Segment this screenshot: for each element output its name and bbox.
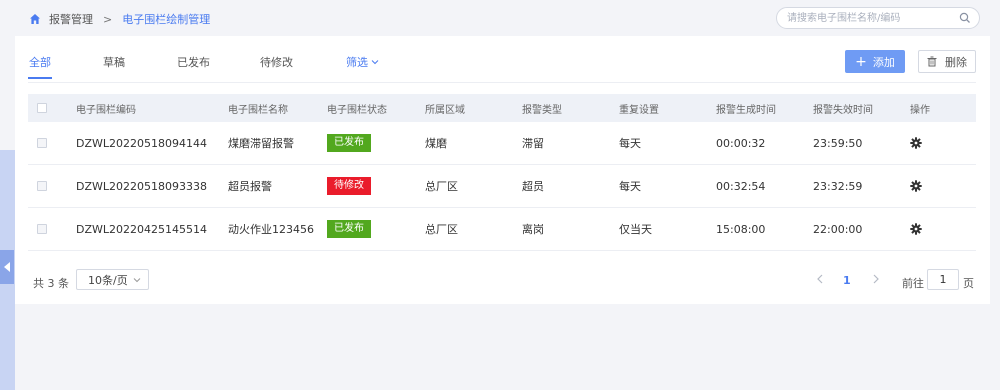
- tab-filter-label: 筛选: [346, 56, 368, 69]
- row-code: DZWL20220518093338: [76, 179, 207, 193]
- row-start-time: 15:08:00: [716, 222, 766, 236]
- tab-draft[interactable]: 草稿: [103, 54, 125, 70]
- row-end-time: 23:32:59: [813, 179, 863, 193]
- page-size-value: 10条/页: [88, 273, 128, 287]
- row-end-time: 22:00:00: [813, 222, 863, 236]
- status-badge: 待修改: [327, 177, 371, 195]
- tab-bar: 全部 草稿 已发布 待修改 筛选 + 添加 删除: [15, 36, 990, 82]
- add-button-label: 添加: [872, 55, 895, 69]
- chevron-down-icon: [133, 278, 141, 283]
- active-tab-indicator: [28, 77, 52, 79]
- tab-filter[interactable]: 筛选: [346, 54, 379, 70]
- breadcrumb-current: 电子围栏绘制管理: [122, 13, 211, 26]
- gear-icon[interactable]: [910, 223, 922, 235]
- row-name: 动火作业123456: [228, 223, 314, 236]
- trash-icon: [927, 56, 937, 67]
- row-checkbox[interactable]: [37, 181, 47, 191]
- tab-all[interactable]: 全部: [29, 54, 51, 70]
- header-code: 电子围栏编码: [76, 104, 136, 116]
- row-repeat: 每天: [619, 137, 641, 150]
- row-alarm-type: 离岗: [522, 223, 544, 236]
- plus-icon: +: [855, 53, 867, 70]
- row-name: 超员报警: [228, 180, 272, 193]
- search-icon[interactable]: [959, 12, 971, 24]
- row-alarm-type: 超员: [522, 180, 544, 193]
- delete-button-label: 删除: [945, 55, 967, 69]
- header-name: 电子围栏名称: [228, 104, 288, 116]
- row-name: 煤磨滞留报警: [228, 137, 294, 150]
- page-size-select[interactable]: 10条/页: [76, 269, 149, 290]
- top-bar: 报警管理 > 电子围栏绘制管理: [15, 0, 1000, 36]
- row-alarm-type: 滞留: [522, 137, 544, 150]
- status-badge: 已发布: [327, 134, 371, 152]
- row-area: 总厂区: [425, 223, 458, 236]
- row-area: 煤磨: [425, 137, 447, 150]
- gear-icon[interactable]: [910, 137, 922, 149]
- home-icon[interactable]: [29, 13, 41, 25]
- main-panel: 全部 草稿 已发布 待修改 筛选 + 添加 删除 电子围栏编码 电子围栏名称 电…: [15, 36, 990, 304]
- row-repeat: 仅当天: [619, 223, 652, 236]
- row-code: DZWL20220425145514: [76, 222, 207, 236]
- delete-button[interactable]: 删除: [918, 50, 976, 73]
- breadcrumb-separator: >: [103, 12, 113, 26]
- table-row[interactable]: DZWL20220518094144 煤磨滞留报警 已发布 煤磨 滞留 每天 0…: [28, 122, 976, 165]
- table-row[interactable]: DZWL20220518093338 超员报警 待修改 总厂区 超员 每天 00…: [28, 165, 976, 208]
- header-status: 电子围栏状态: [327, 104, 387, 116]
- header-start-time: 报警生成时间: [716, 104, 776, 116]
- prev-page-icon[interactable]: [816, 274, 824, 284]
- status-badge: 已发布: [327, 220, 371, 238]
- search-input[interactable]: [787, 11, 952, 25]
- header-alarm-type: 报警类型: [522, 104, 562, 116]
- table-header: 电子围栏编码 电子围栏名称 电子围栏状态 所属区域 报警类型 重复设置 报警生成…: [28, 94, 976, 122]
- page-number-current[interactable]: 1: [843, 274, 851, 287]
- collapse-arrow-icon: [4, 262, 10, 272]
- gear-icon[interactable]: [910, 180, 922, 192]
- tab-published[interactable]: 已发布: [177, 54, 210, 70]
- goto-unit: 页: [963, 277, 974, 290]
- total-count: 共 3 条: [33, 277, 69, 290]
- next-page-icon[interactable]: [872, 274, 880, 284]
- header-repeat: 重复设置: [619, 104, 659, 116]
- row-checkbox[interactable]: [37, 138, 47, 148]
- goto-label: 前往: [902, 277, 924, 290]
- header-end-time: 报警失效时间: [813, 104, 873, 116]
- table-row[interactable]: DZWL20220425145514 动火作业123456 已发布 总厂区 离岗…: [28, 208, 976, 251]
- tabs-divider: [28, 82, 976, 83]
- search-box: [776, 7, 980, 29]
- header-actions: 操作: [910, 104, 930, 116]
- row-start-time: 00:32:54: [716, 179, 766, 193]
- select-all-checkbox[interactable]: [37, 103, 47, 113]
- row-end-time: 23:59:50: [813, 136, 863, 150]
- tab-pending[interactable]: 待修改: [260, 54, 293, 70]
- chevron-down-icon: [371, 60, 379, 65]
- row-code: DZWL20220518094144: [76, 136, 207, 150]
- row-area: 总厂区: [425, 180, 458, 193]
- pagination: 共 3 条 10条/页 1 前往 页: [15, 266, 990, 294]
- breadcrumb-parent[interactable]: 报警管理: [49, 11, 93, 27]
- header-area: 所属区域: [425, 104, 465, 116]
- breadcrumb: 报警管理 > 电子围栏绘制管理: [29, 11, 210, 27]
- row-start-time: 00:00:32: [716, 136, 766, 150]
- sidebar-toggle-handle[interactable]: [0, 250, 14, 284]
- fence-table: 电子围栏编码 电子围栏名称 电子围栏状态 所属区域 报警类型 重复设置 报警生成…: [28, 94, 976, 251]
- goto-page-input[interactable]: [927, 269, 959, 290]
- row-repeat: 每天: [619, 180, 641, 193]
- add-button[interactable]: + 添加: [845, 50, 905, 73]
- row-checkbox[interactable]: [37, 224, 47, 234]
